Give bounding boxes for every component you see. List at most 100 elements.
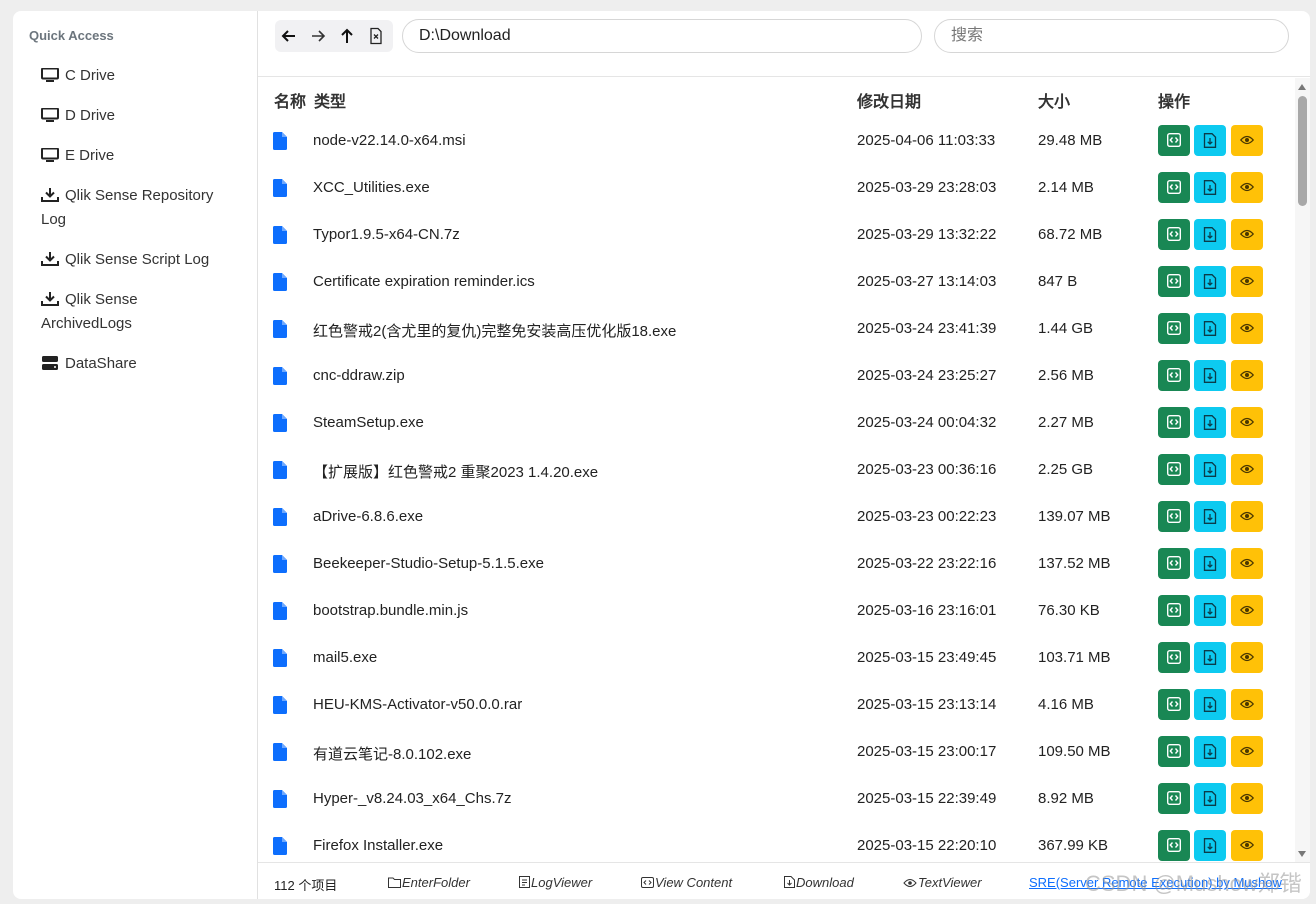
column-header-name[interactable]: 名称 [274, 88, 306, 112]
table-row[interactable]: Beekeeper-Studio-Setup-5.1.5.exe 2025-03-… [258, 541, 1290, 588]
table-row[interactable]: HEU-KMS-Activator-v50.0.0.rar 2025-03-15 … [258, 682, 1290, 729]
table-row[interactable]: Typor1.9.5-x64-CN.7z 2025-03-29 13:32:22 6… [258, 212, 1290, 259]
download-button[interactable] [1194, 407, 1226, 438]
text-viewer-button[interactable] [1231, 689, 1263, 720]
text-viewer-button[interactable] [1231, 266, 1263, 297]
file-name[interactable]: Beekeeper-Studio-Setup-5.1.5.exe [313, 555, 544, 572]
text-viewer-button[interactable] [1231, 783, 1263, 814]
close-file-icon[interactable] [367, 27, 385, 45]
file-name[interactable]: mail5.exe [313, 649, 377, 666]
download-button[interactable] [1194, 830, 1226, 861]
table-row[interactable]: bootstrap.bundle.min.js 2025-03-16 23:16:… [258, 588, 1290, 635]
text-viewer-button[interactable] [1231, 172, 1263, 203]
view-content-button[interactable] [1158, 595, 1190, 626]
file-name[interactable]: Hyper-_v8.24.03_x64_Chs.7z [313, 790, 511, 807]
scroll-down-arrow-icon[interactable] [1298, 851, 1306, 857]
sidebar-item-datashare[interactable]: DataShare [41, 352, 231, 376]
text-viewer-button[interactable] [1231, 219, 1263, 250]
file-name[interactable]: 红色警戒2(含尤里的复仇)完整免安装高压优化版18.exe [313, 320, 676, 341]
text-viewer-button[interactable] [1231, 313, 1263, 344]
file-name[interactable]: 【扩展版】红色警戒2 重聚2023 1.4.20.exe [313, 461, 598, 482]
sidebar-item-qlik-repository-log[interactable]: Qlik Sense Repository Log [41, 184, 231, 232]
file-name[interactable]: SteamSetup.exe [313, 414, 424, 431]
download-button[interactable] [1194, 501, 1226, 532]
vertical-scrollbar[interactable] [1295, 78, 1310, 863]
table-row[interactable]: mail5.exe 2025-03-15 23:49:45 103.71 MB [258, 635, 1290, 682]
column-header-type[interactable]: 类型 [314, 88, 346, 112]
text-viewer-button[interactable] [1231, 642, 1263, 673]
sidebar-item-qlik-script-log[interactable]: Qlik Sense Script Log [41, 248, 231, 272]
table-row[interactable]: cnc-ddraw.zip 2025-03-24 23:25:27 2.56 MB [258, 353, 1290, 400]
file-name[interactable]: Typor1.9.5-x64-CN.7z [313, 226, 460, 243]
table-row[interactable]: 红色警戒2(含尤里的复仇)完整免安装高压优化版18.exe 2025-03-24 … [258, 306, 1290, 353]
view-content-button[interactable] [1158, 172, 1190, 203]
text-viewer-button[interactable] [1231, 548, 1263, 579]
view-content-button[interactable] [1158, 125, 1190, 156]
download-button[interactable] [1194, 736, 1226, 767]
column-header-size[interactable]: 大小 [1038, 88, 1070, 112]
file-name[interactable]: cnc-ddraw.zip [313, 367, 405, 384]
text-viewer-button[interactable] [1231, 736, 1263, 767]
view-content-button[interactable] [1158, 642, 1190, 673]
download-button[interactable] [1194, 125, 1226, 156]
download-button[interactable] [1194, 172, 1226, 203]
download-button[interactable] [1194, 360, 1226, 391]
view-content-button[interactable] [1158, 407, 1190, 438]
file-name[interactable]: XCC_Utilities.exe [313, 179, 430, 196]
view-content-button[interactable] [1158, 689, 1190, 720]
file-name[interactable]: 有道云笔记-8.0.102.exe [313, 743, 471, 764]
download-button[interactable] [1194, 548, 1226, 579]
text-viewer-button[interactable] [1231, 454, 1263, 485]
file-name[interactable]: node-v22.14.0-x64.msi [313, 132, 466, 149]
text-viewer-button[interactable] [1231, 407, 1263, 438]
download-button[interactable] [1194, 313, 1226, 344]
table-row[interactable]: Hyper-_v8.24.03_x64_Chs.7z 2025-03-15 22:… [258, 776, 1290, 823]
column-header-modified[interactable]: 修改日期 [857, 88, 921, 112]
text-viewer-button[interactable] [1231, 595, 1263, 626]
back-arrow-icon[interactable] [280, 27, 298, 45]
table-row[interactable]: Firefox Installer.exe 2025-03-15 22:20:10… [258, 823, 1290, 862]
path-input[interactable] [402, 19, 922, 53]
view-content-button[interactable] [1158, 830, 1190, 861]
view-content-button[interactable] [1158, 360, 1190, 391]
table-row[interactable]: XCC_Utilities.exe 2025-03-29 23:28:03 2.14… [258, 165, 1290, 212]
text-viewer-button[interactable] [1231, 501, 1263, 532]
sidebar-item-qlik-archived-logs[interactable]: Qlik Sense ArchivedLogs [41, 288, 231, 336]
file-name[interactable]: Firefox Installer.exe [313, 837, 443, 854]
view-content-button[interactable] [1158, 783, 1190, 814]
file-name[interactable]: bootstrap.bundle.min.js [313, 602, 468, 619]
view-content-button[interactable] [1158, 501, 1190, 532]
view-content-button[interactable] [1158, 736, 1190, 767]
table-row[interactable]: aDrive-6.8.6.exe 2025-03-23 00:22:23 139.0… [258, 494, 1290, 541]
forward-arrow-icon[interactable] [309, 27, 327, 45]
download-button[interactable] [1194, 219, 1226, 250]
table-row[interactable]: Certificate expiration reminder.ics 2025-… [258, 259, 1290, 306]
scroll-thumb[interactable] [1298, 96, 1307, 206]
view-content-button[interactable] [1158, 313, 1190, 344]
file-name[interactable]: aDrive-6.8.6.exe [313, 508, 423, 525]
text-viewer-button[interactable] [1231, 125, 1263, 156]
download-button[interactable] [1194, 689, 1226, 720]
scroll-up-arrow-icon[interactable] [1298, 84, 1306, 90]
search-input[interactable] [934, 19, 1289, 53]
view-content-button[interactable] [1158, 454, 1190, 485]
download-button[interactable] [1194, 783, 1226, 814]
view-content-button[interactable] [1158, 266, 1190, 297]
view-content-button[interactable] [1158, 219, 1190, 250]
table-row[interactable]: node-v22.14.0-x64.msi 2025-04-06 11:03:33… [258, 118, 1290, 165]
table-row[interactable]: 有道云笔记-8.0.102.exe 2025-03-15 23:00:17 109.… [258, 729, 1290, 776]
download-button[interactable] [1194, 266, 1226, 297]
file-name[interactable]: HEU-KMS-Activator-v50.0.0.rar [313, 696, 522, 713]
sidebar-item-e-drive[interactable]: E Drive [41, 144, 231, 168]
up-arrow-icon[interactable] [338, 27, 356, 45]
text-viewer-button[interactable] [1231, 830, 1263, 861]
sidebar-item-c-drive[interactable]: C Drive [41, 64, 231, 88]
text-viewer-button[interactable] [1231, 360, 1263, 391]
table-row[interactable]: SteamSetup.exe 2025-03-24 00:04:32 2.27 MB [258, 400, 1290, 447]
sidebar-item-d-drive[interactable]: D Drive [41, 104, 231, 128]
file-name[interactable]: Certificate expiration reminder.ics [313, 273, 535, 290]
view-content-button[interactable] [1158, 548, 1190, 579]
download-button[interactable] [1194, 454, 1226, 485]
download-button[interactable] [1194, 642, 1226, 673]
download-button[interactable] [1194, 595, 1226, 626]
